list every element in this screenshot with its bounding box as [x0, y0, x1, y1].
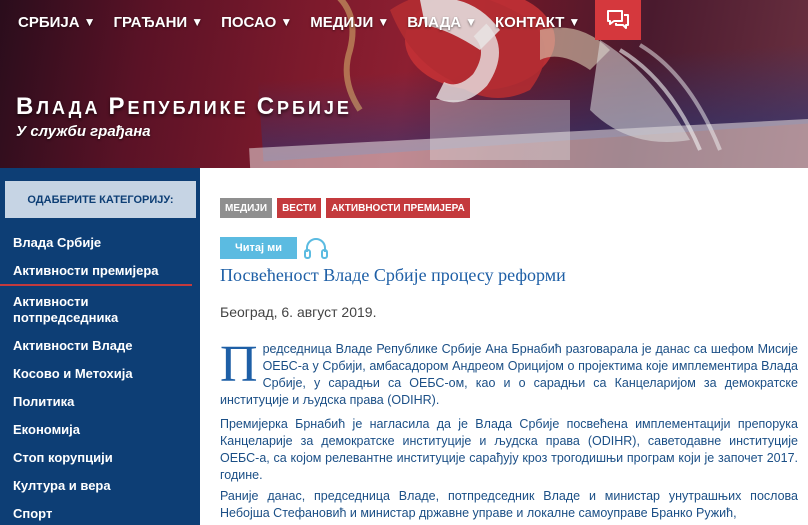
top-navigation: СРБИЈА ▼ ГРАЂАНИ ▼ ПОСАО ▼ МЕДИЈИ ▼ ВЛАДА ▼ К…: [0, 0, 580, 44]
caret-down-icon: ▼: [280, 15, 293, 29]
nav-item-srbija[interactable]: СРБИЈА ▼: [0, 0, 95, 44]
sidebar-item-vlada-srbije[interactable]: Влада Србије: [0, 235, 114, 251]
site-title[interactable]: ВЛАДА РЕПУБЛИКЕ СРБИЈЕ: [16, 93, 352, 121]
nav-item-posao[interactable]: ПОСАО ▼: [203, 0, 292, 44]
chat-button[interactable]: [595, 0, 641, 40]
caret-down-icon: ▼: [191, 15, 204, 29]
caret-down-icon: ▼: [465, 15, 477, 29]
drop-cap: П: [220, 336, 258, 393]
nav-item-gradjani[interactable]: ГРАЂАНИ ▼: [95, 0, 203, 44]
category-heading: ОДАБЕРИТЕ КАТЕГОРИЈУ:: [5, 181, 196, 218]
tag-aktivnosti-premijera[interactable]: АКТИВНОСТИ ПРЕМИЈЕРА: [326, 198, 470, 218]
sidebar-item-kosovo-i-metohija[interactable]: Косово и Метохија: [0, 366, 146, 382]
sidebar-item-sport[interactable]: Спорт: [0, 506, 65, 522]
site-subtitle: У служби грађана: [16, 123, 151, 140]
sidebar-item-aktivnosti-premijera[interactable]: Активности премијера: [0, 263, 192, 286]
header-banner: СРБИЈА ▼ ГРАЂАНИ ▼ ПОСАО ▼ МЕДИЈИ ▼ ВЛАДА ▼ К…: [0, 0, 808, 168]
caret-down-icon: ▼: [83, 15, 96, 29]
sidebar-item-ekonomija[interactable]: Економија: [0, 422, 93, 438]
article-paragraph-1: Председница Владе Републике Србије Ана Б…: [220, 336, 798, 408]
article-title: Посвећеност Владе Србије процесу реформи: [220, 265, 566, 285]
caret-down-icon: ▼: [568, 15, 581, 29]
tag-mediji[interactable]: МЕДИЈИ: [220, 198, 273, 218]
read-aloud-button[interactable]: Читај ми: [220, 237, 297, 259]
nav-item-kontakt[interactable]: КОНТАКТ ▼: [477, 0, 580, 44]
read-aloud-row: Читај ми: [220, 236, 329, 260]
sidebar-item-kultura-i-vera[interactable]: Култура и вера: [0, 478, 124, 494]
tag-vesti[interactable]: ВЕСТИ: [277, 198, 322, 218]
chat-bubbles-icon: [607, 10, 629, 29]
nav-item-mediji[interactable]: МЕДИЈИ ▼: [292, 0, 389, 44]
caret-down-icon: ▼: [377, 15, 390, 29]
article-paragraph-2: Премијерка Брнабић је нагласила да је Вл…: [220, 417, 798, 482]
tag-list: МЕДИЈИ ВЕСТИ АКТИВНОСТИ ПРЕМИЈЕРА: [220, 198, 470, 218]
article-date: Београд, 6. август 2019.: [220, 304, 377, 320]
sidebar-item-stop-korupciji[interactable]: Стоп корупцији: [0, 450, 126, 466]
sidebar-item-politika[interactable]: Политика: [0, 394, 87, 410]
nav-item-vlada[interactable]: ВЛАДА ▼: [389, 0, 477, 44]
sidebar-item-aktivnosti-vlade[interactable]: Активности Владе: [0, 338, 145, 354]
category-sidebar: ОДАБЕРИТЕ КАТЕГОРИЈУ: Влада Србије Актив…: [0, 168, 200, 525]
sidebar-item-aktivnosti-potpredsednika[interactable]: Активности потпредседника: [0, 294, 140, 326]
article-paragraph-3: Раније данас, председница Владе, потпред…: [220, 489, 798, 520]
headphones-icon[interactable]: [303, 236, 329, 260]
